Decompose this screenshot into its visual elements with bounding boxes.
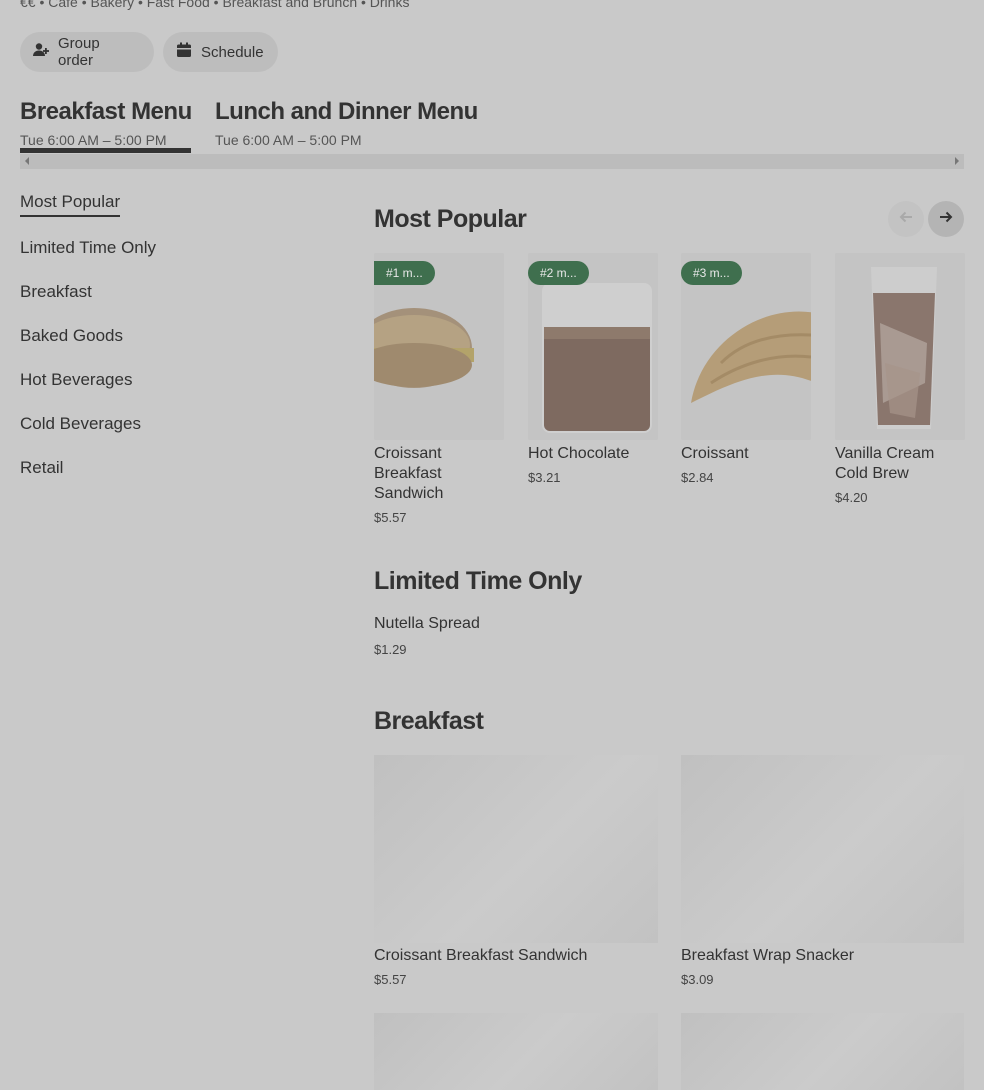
item-price: $3.09 <box>681 972 714 987</box>
item-name[interactable]: Croissant Breakfast Sandwich <box>374 946 587 966</box>
sidebar-item-retail[interactable]: Retail <box>20 458 63 478</box>
item-price: $5.57 <box>374 510 407 525</box>
menu-tab-hours: Tue 6:00 AM – 5:00 PM <box>20 132 167 148</box>
scroll-right-icon[interactable] <box>955 157 959 165</box>
rank-badge: #3 m... <box>681 261 742 285</box>
rank-badge: #1 m... <box>374 261 435 285</box>
item-price: $4.20 <box>835 490 868 505</box>
tab-breakfast-menu[interactable]: Breakfast Menu Tue 6:00 AM – 5:00 PM <box>20 98 192 148</box>
item-price: $3.21 <box>528 470 561 485</box>
scroll-left-icon[interactable] <box>25 157 29 165</box>
tab-lunch-dinner-menu[interactable]: Lunch and Dinner Menu Tue 6:00 AM – 5:00… <box>215 98 478 148</box>
sidebar-item-hot-beverages[interactable]: Hot Beverages <box>20 370 132 390</box>
item-image-placeholder[interactable] <box>681 1013 964 1090</box>
item-name[interactable]: Croissant <box>681 444 811 464</box>
calendar-icon <box>175 41 193 63</box>
group-order-label: Group order <box>58 35 100 69</box>
item-price: $5.57 <box>374 972 407 987</box>
carousel-prev-button[interactable] <box>888 201 924 237</box>
item-price: $1.29 <box>374 642 407 657</box>
item-name[interactable]: Hot Chocolate <box>528 444 658 464</box>
item-image-placeholder[interactable] <box>374 1013 658 1090</box>
item-image-vanilla-cold-brew[interactable] <box>835 253 965 440</box>
item-image-placeholder[interactable] <box>681 755 964 943</box>
item-image-hot-chocolate[interactable]: #2 m... <box>528 253 658 440</box>
schedule-label: Schedule <box>201 43 264 61</box>
item-price: $2.84 <box>681 470 714 485</box>
item-name[interactable]: Nutella Spread <box>374 614 480 634</box>
arrow-left-icon <box>897 208 915 231</box>
menu-tab-title: Lunch and Dinner Menu <box>215 98 478 125</box>
add-person-icon <box>32 41 50 63</box>
item-name[interactable]: Breakfast Wrap Snacker <box>681 946 854 966</box>
item-name[interactable]: Vanilla Cream Cold Brew <box>835 444 963 484</box>
sidebar-item-most-popular[interactable]: Most Popular <box>20 192 121 217</box>
item-image-placeholder[interactable] <box>374 755 658 943</box>
item-name[interactable]: Croissant Breakfast Sandwich <box>374 444 502 504</box>
horizontal-scrollbar[interactable] <box>20 154 964 169</box>
item-image-croissant-sandwich[interactable]: #1 m... <box>374 253 504 440</box>
item-image-croissant[interactable]: #3 m... <box>681 253 811 440</box>
active-tab-indicator <box>20 148 191 153</box>
menu-tab-title: Breakfast Menu <box>20 98 192 125</box>
group-order-button[interactable]: Group order <box>20 32 154 72</box>
section-title-most-popular: Most Popular <box>374 205 527 233</box>
sidebar-item-cold-beverages[interactable]: Cold Beverages <box>20 414 141 434</box>
sidebar-item-baked-goods[interactable]: Baked Goods <box>20 326 123 346</box>
sidebar-item-breakfast[interactable]: Breakfast <box>20 282 92 302</box>
carousel-next-button[interactable] <box>928 201 964 237</box>
store-tags: €€ • Café • Bakery • Fast Food • Breakfa… <box>20 0 410 10</box>
schedule-button[interactable]: Schedule <box>163 32 278 72</box>
section-title-breakfast: Breakfast <box>374 707 484 735</box>
arrow-right-icon <box>937 208 955 231</box>
rank-badge: #2 m... <box>528 261 589 285</box>
menu-tab-hours: Tue 6:00 AM – 5:00 PM <box>215 132 362 148</box>
sidebar-item-limited-time-only[interactable]: Limited Time Only <box>20 238 156 258</box>
section-title-limited-time-only: Limited Time Only <box>374 567 582 595</box>
